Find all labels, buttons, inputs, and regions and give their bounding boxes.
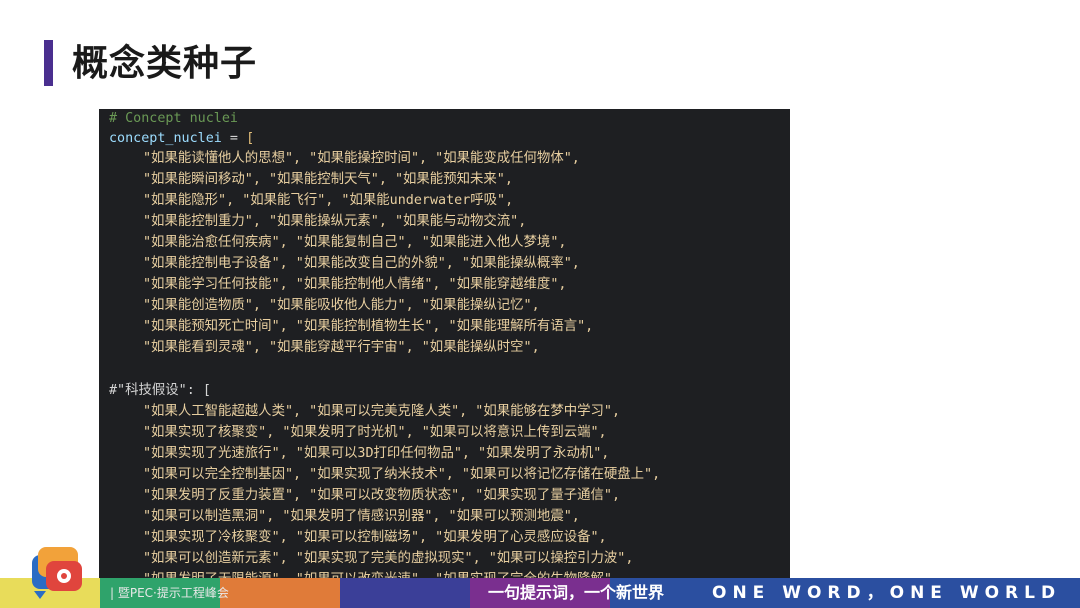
code-declaration-line: concept_nuclei = [: [109, 129, 254, 149]
concept-string-line-4: "如果能控制重力", "如果能操纵元素", "如果能与动物交流",: [143, 214, 527, 229]
tech-string-line-1: "如果人工智能超越人类", "如果可以完美克隆人类", "如果能够在梦中学习",: [143, 404, 621, 419]
concept-string-line-7: "如果能学习任何技能", "如果能控制他人情绪", "如果能穿越维度",: [143, 277, 567, 292]
concept-string-line-8: "如果能创造物质", "如果能吸收他人能力", "如果能操纵记忆",: [143, 298, 540, 313]
concept-string-line-3: "如果能隐形", "如果能飞行", "如果能underwater呼吸",: [143, 193, 514, 208]
footer-motto: ONE WORD，ONE WORLD: [712, 583, 1062, 603]
tech-string-line-8: "如果可以创造新元素", "如果实现了完美的虚拟现实", "如果可以操控引力波"…: [143, 551, 634, 566]
tech-string-line-4: "如果可以完全控制基因", "如果实现了纳米技术", "如果可以将记忆存储在硬盘…: [143, 467, 661, 482]
tech-string-line-5: "如果发明了反重力装置", "如果可以改变物质状态", "如果实现了量子通信",: [143, 488, 621, 503]
code-assign-operator: =: [221, 131, 247, 146]
concept-string-line-5: "如果能治愈任何疾病", "如果能复制自己", "如果能进入他人梦境",: [143, 235, 567, 250]
code-screenshot: # Concept nuclei concept_nuclei = [ "如果能…: [99, 109, 790, 586]
code-variable-name: concept_nuclei: [109, 131, 222, 146]
concept-string-line-6: "如果能控制电子设备", "如果能改变自己的外貌", "如果能操纵概率",: [143, 256, 580, 271]
summit-logo-icon: [32, 547, 82, 599]
code-comment-tech: #"科技假设": [: [109, 383, 211, 398]
code-open-bracket: [: [246, 131, 255, 146]
concept-string-line-9: "如果能预知死亡时间", "如果能控制植物生长", "如果能理解所有语言",: [143, 319, 594, 334]
footer-slogan: 一句提示词，一个新世界: [488, 583, 665, 602]
tech-string-line-2: "如果实现了核聚变", "如果发明了时光机", "如果可以将意识上传到云端",: [143, 425, 607, 440]
footer-summit-name: | 暨PEC·提示工程峰会: [110, 586, 229, 600]
tech-string-line-7: "如果实现了冷核聚变", "如果可以控制磁场", "如果发明了心灵感应设备",: [143, 530, 607, 545]
concept-string-line-2: "如果能瞬间移动", "如果能控制天气", "如果能预知未来",: [143, 172, 513, 187]
code-comment-concept: # Concept nuclei: [109, 111, 238, 126]
concept-string-line-10: "如果能看到灵魂", "如果能穿越平行宇宙", "如果能操纵时空",: [143, 340, 540, 355]
tech-string-line-6: "如果可以制造黑洞", "如果发明了情感识别器", "如果可以预测地震",: [143, 509, 580, 524]
band-segment-indigo: [340, 578, 470, 608]
title-accent-bar: [44, 40, 53, 86]
slide-title: 概念类种子: [72, 43, 258, 84]
band-segment-orange: [220, 578, 340, 608]
tech-string-line-3: "如果实现了光速旅行", "如果可以3D打印任何物品", "如果发明了永动机",: [143, 446, 610, 461]
concept-string-line-1: "如果能读懂他人的思想", "如果能操控时间", "如果能变成任何物体",: [143, 151, 580, 166]
